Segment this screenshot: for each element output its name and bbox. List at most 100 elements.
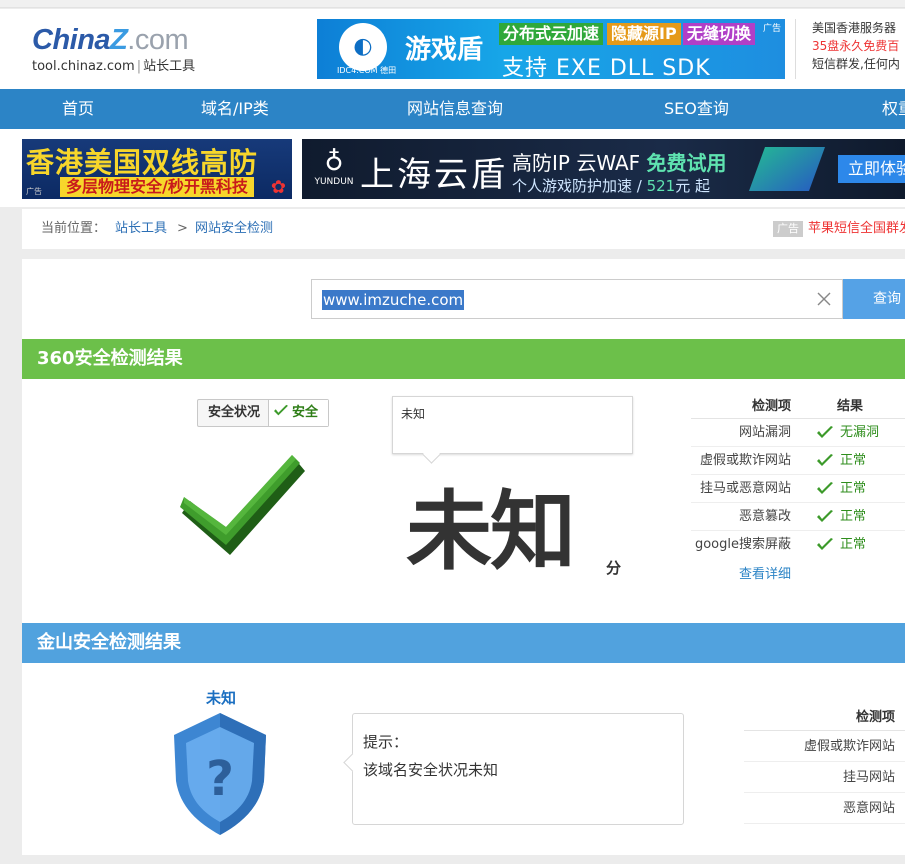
- logo-z: Z: [110, 24, 128, 56]
- main-nav: 首页 域名/IP类 网站信息查询 SEO查询 权重: [0, 89, 905, 129]
- ad-hk-subtitle: 多层物理安全/秒开黑科技: [60, 177, 254, 197]
- ad-hk-tag: 广告: [26, 187, 42, 196]
- text-ad-line3[interactable]: 短信群发,任何内: [812, 55, 905, 73]
- yundun-try-button[interactable]: 立即体验: [838, 155, 905, 183]
- table-row: 挂马网站: [744, 762, 905, 793]
- check-icon: [817, 426, 833, 438]
- nav-item-site-info[interactable]: 网站信息查询: [407, 89, 503, 129]
- yundun-line1: 高防IP 云WAF 免费试用: [512, 147, 727, 176]
- ad-banner-game-shield[interactable]: ◐ IDC4.COM 德田 游戏盾 分布式云加速 隐藏源IP 无缝切换 支持 E…: [317, 19, 785, 79]
- svg-text:?: ?: [206, 751, 234, 807]
- status-badge: 安全状况 安全: [197, 399, 330, 427]
- score-unit: 分: [606, 559, 622, 577]
- hint-text: 该域名安全状况未知: [363, 761, 499, 779]
- result-table-360: 检测项 结果 网站漏洞 无漏洞 虚假或欺诈网站 正常 挂马或恶意网站 正常 恶意…: [691, 395, 905, 559]
- ad-hk-title: 香港美国双线高防: [26, 146, 259, 179]
- breadcrumb-ad-link[interactable]: 苹果短信全国群发: [808, 209, 905, 249]
- status-label: 安全状况: [198, 400, 270, 426]
- breadcrumb-separator: >: [177, 221, 188, 236]
- shield-question-icon: ?: [174, 713, 266, 835]
- table-row: 虚假或欺诈网站: [744, 731, 905, 762]
- site-header: ChinaZ.com tool.chinaz.com | 站长工具 ◐ IDC4.C…: [0, 9, 905, 89]
- yundun-line2-text: 个人游戏防护加速 /: [512, 177, 647, 195]
- ad-banner-hk-defense[interactable]: 香港美国双线高防 多层物理安全/秒开黑科技 ✿ 广告: [22, 139, 292, 199]
- ad-row: 香港美国双线高防 多层物理安全/秒开黑科技 ✿ 广告 ♁ YUNDUN 上海云盾…: [0, 129, 905, 207]
- yundun-brand: YUNDUN: [314, 177, 354, 187]
- kingsoft-hint-box: 提示： 该域名安全状况未知: [352, 713, 684, 825]
- breadcrumb: 当前位置： 站长工具 > 网站安全检测 广告 苹果短信全国群发: [22, 209, 905, 249]
- site-logo[interactable]: ChinaZ.com tool.chinaz.com | 站长工具: [32, 23, 222, 79]
- table-row: 恶意篡改 正常: [691, 503, 905, 531]
- row-item: 虚假或欺诈网站: [699, 453, 791, 468]
- cube-graphic-icon: [748, 147, 826, 191]
- ad-title: 游戏盾: [405, 35, 484, 65]
- section-title-kingsoft: 金山安全检测结果: [22, 623, 905, 663]
- row-result: 正常: [840, 509, 867, 524]
- logo-domain: tool.chinaz.com: [32, 59, 135, 74]
- clear-icon[interactable]: [815, 290, 833, 308]
- logo-wordmark: ChinaZ.com: [32, 23, 222, 57]
- yundun-logo: ♁ YUNDUN: [314, 147, 354, 191]
- hint-title: 提示：: [363, 733, 409, 751]
- nav-item-seo[interactable]: SEO查询: [664, 89, 729, 129]
- flower-icon: ✿: [270, 177, 286, 198]
- yundun-logo-icon: ♁: [324, 147, 344, 177]
- search-button[interactable]: 查询: [843, 279, 905, 319]
- big-check-icon: [180, 455, 305, 555]
- view-details-link[interactable]: 查看详细: [739, 563, 791, 582]
- yundun-free-trial: 免费试用: [646, 151, 727, 175]
- search-input[interactable]: www.imzuche.com: [311, 279, 843, 319]
- text-ad-line1[interactable]: 美国香港服务器: [812, 19, 905, 37]
- breadcrumb-ad-tag: 广告: [773, 221, 803, 237]
- row-result: 正常: [840, 453, 867, 468]
- check-icon: [817, 482, 833, 494]
- text-ad-line2[interactable]: 35盘永久免费百: [812, 37, 905, 55]
- nav-item-home[interactable]: 首页: [62, 89, 94, 129]
- search-input-value[interactable]: www.imzuche.com: [322, 290, 465, 310]
- row-item: 恶意篡改: [738, 509, 791, 524]
- yundun-price: 521: [646, 177, 676, 195]
- logo-subline: tool.chinaz.com | 站长工具: [32, 59, 222, 75]
- table-row: 恶意网站: [744, 793, 905, 824]
- text-ad-box[interactable]: 美国香港服务器 35盘永久免费百 短信群发,任何内: [795, 19, 905, 79]
- header-result: 结果: [837, 399, 864, 414]
- ad-chip-2: 隐藏源IP: [607, 23, 681, 45]
- ad-chip-3: 无缝切换: [683, 23, 756, 45]
- yundun-title: 上海云盾: [360, 155, 508, 195]
- table-row: 虚假或欺诈网站 正常: [691, 447, 905, 475]
- breadcrumb-label: 当前位置：: [41, 221, 107, 236]
- logo-china: China: [32, 24, 111, 56]
- dolphin-logo-icon: ◐: [339, 23, 387, 71]
- main-panel: www.imzuche.com 查询 360安全检测结果 安全状况 安全 未知 未…: [22, 259, 905, 855]
- breadcrumb-link-tools[interactable]: 站长工具: [115, 209, 167, 249]
- ad-chip-1: 分布式云加速: [499, 23, 604, 45]
- status-value: 安全: [292, 405, 319, 420]
- score-tooltip: 未知: [392, 396, 633, 454]
- ks-header-check-item: 检测项: [744, 701, 905, 731]
- nav-item-weight[interactable]: 权重: [882, 89, 905, 129]
- table-row: 网站漏洞 无漏洞: [691, 419, 905, 447]
- top-strip: [0, 0, 905, 8]
- security-score: 未知: [406, 482, 576, 582]
- check-icon: [274, 404, 289, 416]
- logo-tagline: 站长工具: [143, 59, 196, 74]
- row-item: 挂马或恶意网站: [699, 481, 791, 496]
- row-result: 正常: [840, 537, 867, 552]
- check-icon: [817, 510, 833, 522]
- ad-brand-tag: IDC4.COM 德田: [337, 66, 397, 75]
- row-item: google搜索屏蔽: [694, 537, 791, 552]
- breadcrumb-link-security[interactable]: 网站安全检测: [195, 209, 273, 249]
- nav-item-domain-ip[interactable]: 域名/IP类: [201, 89, 269, 129]
- section-title-360: 360安全检测结果: [22, 339, 905, 379]
- check-icon: [817, 538, 833, 550]
- page: ChinaZ.com tool.chinaz.com | 站长工具 ◐ IDC4.C…: [0, 0, 905, 864]
- ad-banner-yundun[interactable]: ♁ YUNDUN 上海云盾 高防IP 云WAF 免费试用 个人游戏防护加速 / …: [302, 139, 905, 199]
- yundun-price-unit: 元 起: [675, 177, 711, 195]
- ad-tag: 广告: [762, 24, 781, 34]
- result-table-header: 检测项 结果: [691, 395, 905, 419]
- row-result: 无漏洞: [840, 425, 880, 440]
- logo-separator: |: [136, 59, 142, 74]
- row-result: 正常: [840, 481, 867, 496]
- yundun-line2: 个人游戏防护加速 / 521元 起: [512, 175, 710, 196]
- status-value-wrap: 安全: [269, 400, 329, 426]
